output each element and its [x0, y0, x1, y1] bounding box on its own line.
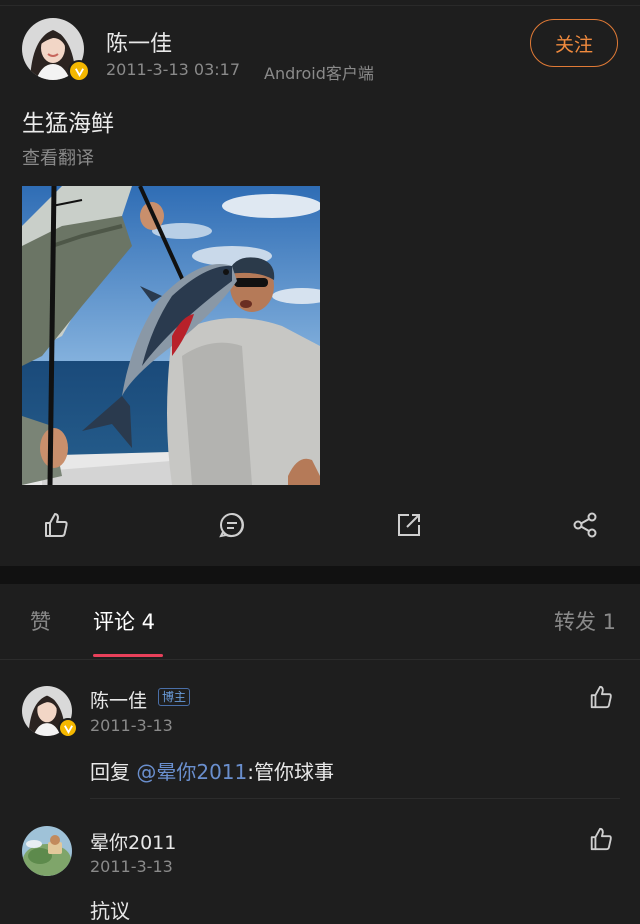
post-source: Android客户端 — [264, 64, 374, 83]
verified-badge-icon — [68, 60, 90, 82]
comment-like-icon[interactable] — [588, 826, 614, 852]
weibo-post: 陈一佳 2011-3-13 03:17 Android客户端 关注 生猛海鲜 查… — [0, 0, 640, 566]
comment-author[interactable]: 陈一佳 — [90, 686, 147, 713]
mention-link[interactable]: @晕你2011 — [136, 760, 247, 784]
comment-divider — [90, 798, 620, 799]
comment-date: 2011-3-13 — [90, 857, 173, 876]
section-separator — [0, 566, 640, 584]
author-tag: 博主 — [158, 688, 191, 706]
follow-button[interactable]: 关注 — [530, 19, 618, 67]
reply-text: :管你球事 — [247, 760, 335, 784]
like-icon[interactable] — [39, 508, 73, 542]
comment-date: 2011-3-13 — [90, 716, 173, 735]
reply-prefix: 回复 — [90, 760, 137, 784]
comment-text: 回复 @晕你2011:管你球事 — [90, 756, 334, 785]
tab-comments[interactable]: 评论 4 — [93, 606, 155, 636]
tab-likes[interactable]: 赞 — [30, 606, 51, 636]
active-tab-indicator — [93, 654, 163, 657]
comment-icon[interactable] — [215, 508, 249, 542]
interaction-tabs: 赞 评论 4 转发 1 — [0, 584, 640, 660]
comment-like-icon[interactable] — [588, 684, 614, 710]
top-divider — [0, 5, 640, 6]
comment-author[interactable]: 晕你2011 — [90, 828, 176, 855]
tab-reposts[interactable]: 转发 1 — [554, 606, 616, 636]
comment-avatar[interactable] — [22, 826, 72, 876]
author-name[interactable]: 陈一佳 — [106, 26, 172, 58]
translate-link[interactable]: 查看翻译 — [22, 144, 94, 170]
share-icon[interactable] — [568, 508, 602, 542]
verified-badge-icon — [58, 718, 78, 738]
post-text: 生猛海鲜 — [22, 111, 114, 137]
tabs-divider — [0, 659, 640, 660]
repost-icon[interactable] — [392, 508, 426, 542]
comment-text: 抗议 — [90, 899, 130, 923]
post-time: 2011-3-13 03:17 — [106, 60, 240, 79]
post-image[interactable] — [22, 186, 320, 485]
